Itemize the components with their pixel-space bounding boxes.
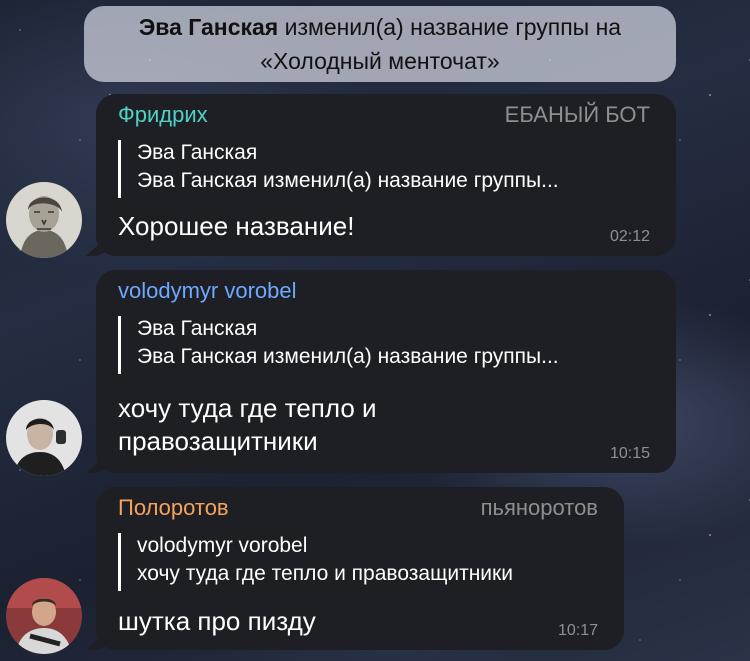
message-text: шутка про пизду (118, 606, 316, 636)
message-text-line: правозащитники (118, 426, 318, 456)
sender-name[interactable]: Фридрих (118, 102, 208, 128)
message-bubble[interactable]: Фридрих ЕБАНЫЙ БОТ Эва Ганская Эва Ганск… (96, 94, 676, 256)
message-text-line: хочу туда где тепло и (118, 393, 377, 423)
reply-author: Эва Ганская (137, 317, 258, 340)
reply-author: Эва Ганская (137, 141, 258, 164)
message-bubble[interactable]: volodymyr vorobel Эва Ганская Эва Ганска… (96, 270, 676, 473)
reply-preview[interactable]: Эва Ганская Эва Ганская изменил(а) назва… (118, 140, 559, 198)
reply-preview[interactable]: Эва Ганская Эва Ганская изменил(а) назва… (118, 316, 559, 374)
service-new-name: «Холодный менточат» (260, 48, 500, 74)
reply-preview[interactable]: volodymyr vorobel хочу туда где тепло и … (118, 533, 513, 591)
sender-name[interactable]: Полоротов (118, 495, 229, 521)
reply-author: volodymyr vorobel (137, 534, 308, 557)
reply-text: Эва Ганская изменил(а) название группы..… (137, 345, 559, 368)
service-action: изменил(а) название группы на (278, 14, 622, 40)
message-text: хочу туда где тепло и правозащитники (118, 392, 377, 458)
member-title: ЕБАНЫЙ БОТ (504, 102, 650, 127)
message-time: 10:15 (609, 445, 650, 462)
reply-text: Эва Ганская изменил(а) название группы..… (137, 169, 559, 192)
message-text: Хорошее название! (118, 211, 355, 241)
member-title: пьяноротов (480, 495, 598, 520)
sender-name[interactable]: volodymyr vorobel (118, 278, 297, 304)
engraving-portrait-avatar-icon[interactable] (6, 182, 82, 258)
photo-avatar-icon[interactable] (6, 400, 82, 476)
service-message: Эва Ганская изменил(а) название группы н… (84, 6, 676, 82)
service-actor[interactable]: Эва Ганская (139, 14, 278, 40)
message-bubble[interactable]: Полоротов пьяноротов volodymyr vorobel х… (96, 487, 624, 650)
photo-avatar-icon[interactable] (6, 578, 82, 654)
reply-text: хочу туда где тепло и правозащитники (137, 562, 513, 585)
message-time: 02:12 (609, 228, 650, 245)
message-time: 10:17 (557, 622, 598, 639)
